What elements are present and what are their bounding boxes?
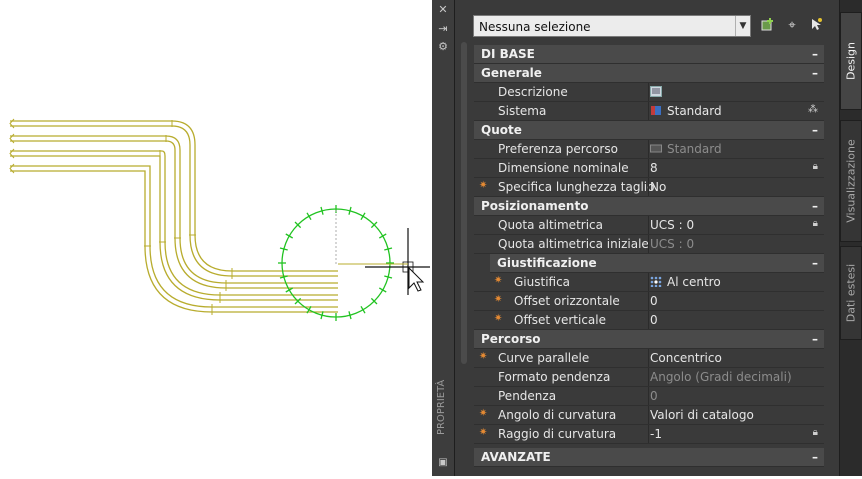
selection-value: Nessuna selezione [479, 20, 591, 34]
category-avanzate[interactable]: AVANZATE – [474, 448, 824, 467]
prop-offset-orizzontale[interactable]: ✷ Offset orizzontale 0 [474, 292, 824, 311]
parallel-pipes [9, 118, 338, 315]
category-posizionamento[interactable]: Posizionamento – [474, 197, 824, 216]
required-marker-icon: ✷ [494, 313, 503, 324]
required-marker-icon: ✷ [479, 427, 488, 438]
category-giustificazione[interactable]: Giustificazione – [490, 254, 824, 273]
circle-tick [378, 287, 387, 293]
add-selection-icon[interactable] [759, 17, 777, 35]
settings-icon[interactable]: ⚙ [435, 40, 451, 54]
prop-preferenza[interactable]: Preferenza percorso Standard [474, 140, 824, 159]
category-generale[interactable]: Generale – [474, 64, 824, 83]
tab-dati-estesi[interactable]: Dati estesi [840, 246, 862, 340]
category-percorso[interactable]: Percorso – [474, 330, 824, 349]
pipe-3-inner [10, 155, 338, 301]
selection-dropdown[interactable]: Nessuna selezione ▼ [473, 15, 751, 37]
prop-formato[interactable]: Formato pendenza Angolo (Gradi decimali) [474, 368, 824, 387]
circle-tick [306, 212, 312, 221]
required-marker-icon: ✷ [479, 351, 488, 362]
required-marker-icon: ✷ [479, 180, 488, 191]
mouse-pointer-icon [408, 266, 425, 292]
close-icon[interactable]: ✕ [435, 3, 451, 17]
pipe-3-outer [10, 150, 338, 296]
prop-curve[interactable]: ✷ Curve parallele Concentrico [474, 349, 824, 368]
palette-title: PROPRIETÀ [436, 379, 447, 435]
prop-descrizione[interactable]: Descrizione [474, 83, 824, 102]
tab-design[interactable]: Design [840, 12, 862, 110]
prop-lunghezza[interactable]: ✷ Specifica lunghezza taglio No [474, 178, 824, 197]
properties-content: Nessuna selezione ▼ ⌖ DI BASE – Generale –… [455, 0, 840, 476]
tab-visualizzazione[interactable]: Visualizzazione [840, 120, 862, 242]
prop-dimensione[interactable]: Dimensione nominale 8 🔒︎ [474, 159, 824, 178]
prop-giustifica[interactable]: ✷ Giustifica Al centro [474, 273, 824, 292]
palette-menu-icon[interactable]: ▣ [435, 456, 451, 470]
circle-tick [360, 212, 366, 221]
circle-tick [378, 233, 387, 239]
description-icon[interactable] [650, 83, 667, 101]
category-base[interactable]: DI BASE – [474, 45, 824, 64]
quick-select-icon[interactable] [807, 17, 825, 35]
pipe-1-outer [10, 120, 338, 272]
prop-sistema[interactable]: Sistema Standard ⁂ [474, 102, 824, 121]
prop-raggio[interactable]: ✷ Raggio di curvatura -1 🔒︎ [474, 425, 824, 444]
pipe-drawing [9, 118, 430, 321]
prop-pendenza[interactable]: Pendenza 0 [474, 387, 824, 406]
category-quote[interactable]: Quote – [474, 121, 824, 140]
palette-titlebar[interactable]: ✕ ⇥ ⚙ PROPRIETÀ ▣ [432, 0, 455, 476]
lock-icon[interactable]: 🔒︎ [813, 427, 818, 438]
prop-quota-iniziale[interactable]: Quota altimetrica iniziale UCS : 0 [474, 235, 824, 254]
required-marker-icon: ✷ [494, 294, 503, 305]
prop-angolo[interactable]: ✷ Angolo di curvatura Valori di catalogo [474, 406, 824, 425]
prop-offset-verticale[interactable]: ✷ Offset verticale 0 [474, 311, 824, 330]
lock-icon[interactable]: 🔒︎ [813, 161, 818, 172]
required-marker-icon: ✷ [479, 408, 488, 419]
scrollbar[interactable] [461, 42, 467, 364]
properties-palette: ✕ ⇥ ⚙ PROPRIETÀ ▣ Nessuna selezione ▼ ⌖ … [432, 0, 862, 476]
circle-tick [360, 305, 366, 314]
required-marker-icon: ✷ [494, 275, 503, 286]
pipe-2-outer [10, 135, 338, 284]
pipe-1-inner [10, 125, 338, 277]
select-objects-icon[interactable]: ⌖ [783, 17, 801, 35]
prop-quota[interactable]: Quota altimetrica UCS : 0 🔒︎ [474, 216, 824, 235]
crosshair-cursor [365, 228, 430, 295]
circle-tick [285, 233, 294, 239]
autohide-icon[interactable]: ⇥ [435, 22, 451, 36]
palette-tabs: Design Visualizzazione Dati estesi [840, 0, 862, 476]
chevron-down-icon[interactable]: ▼ [735, 16, 750, 36]
pipe-2-inner [10, 140, 338, 289]
lock-icon[interactable]: 🔒︎ [813, 218, 818, 229]
style-browser-icon[interactable]: ⁂ [808, 104, 818, 115]
drawing-canvas[interactable] [0, 0, 432, 476]
